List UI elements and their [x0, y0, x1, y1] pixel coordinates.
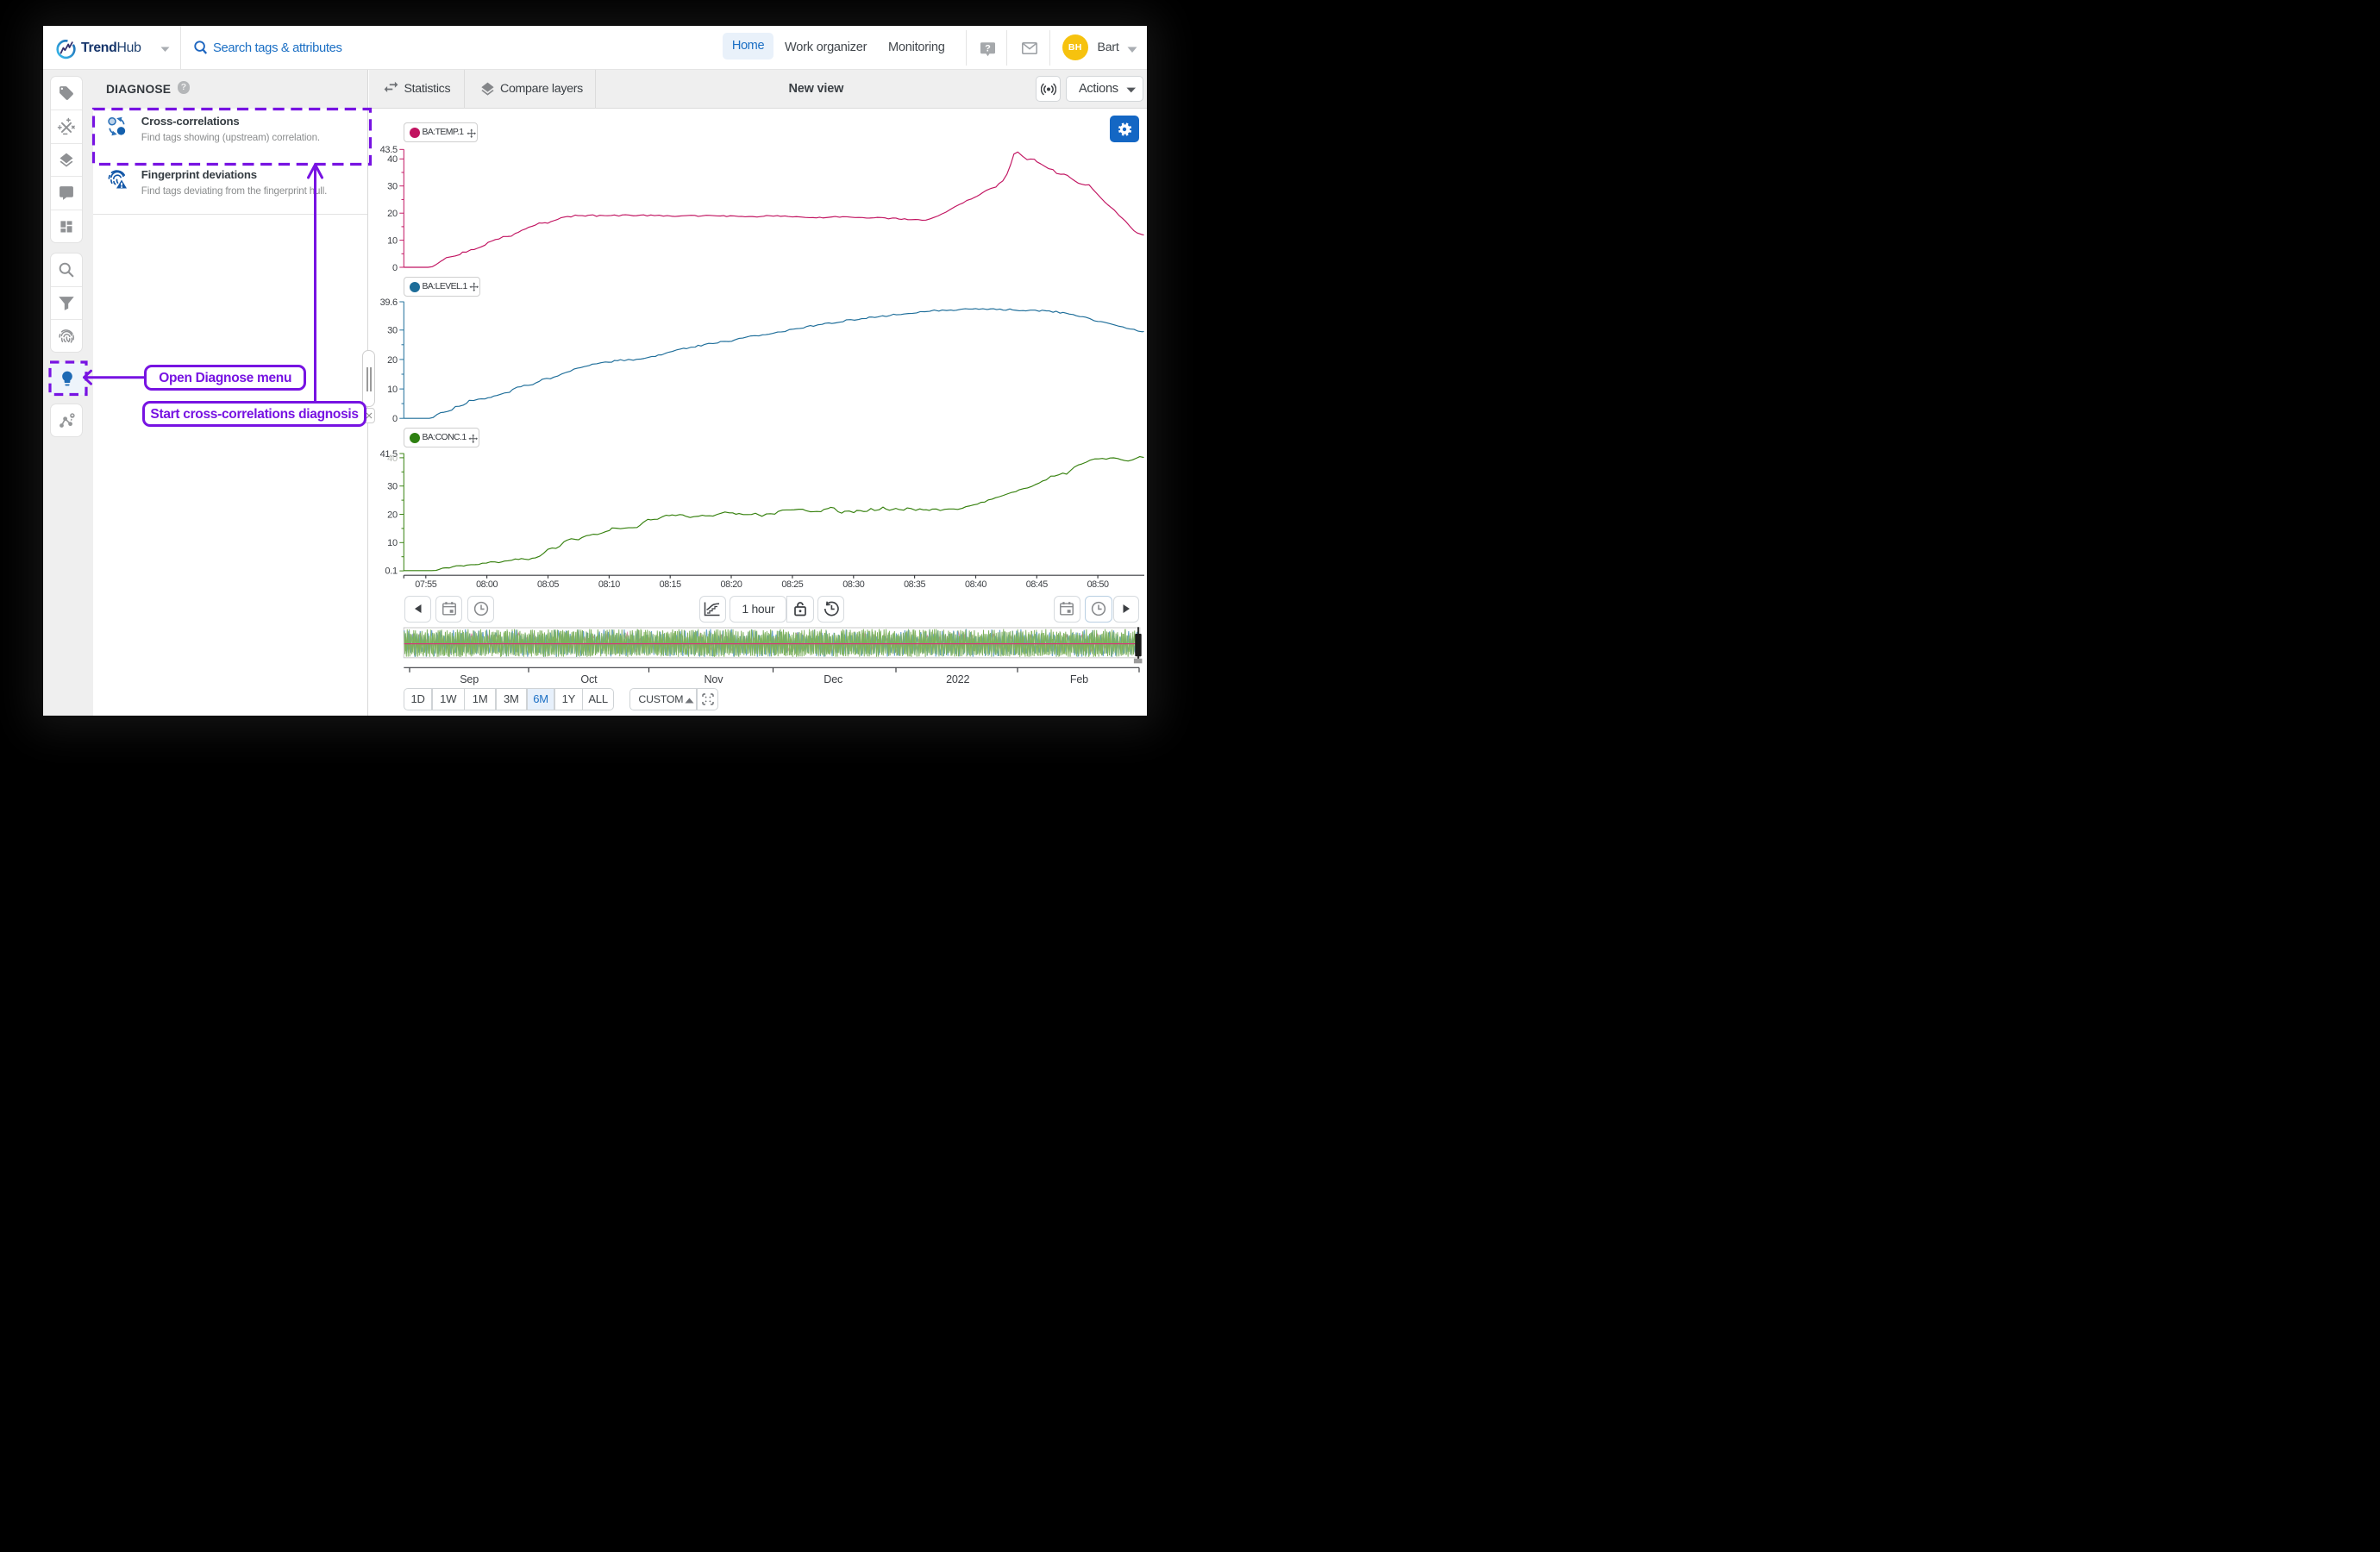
svg-text:39.6: 39.6 [380, 297, 398, 308]
svg-text:08:50: 08:50 [1087, 579, 1109, 590]
svg-text:30: 30 [387, 326, 398, 336]
svg-text:08:30: 08:30 [842, 579, 864, 590]
svg-text:20: 20 [387, 510, 398, 520]
svg-text:08:20: 08:20 [720, 579, 742, 590]
svg-text:30: 30 [387, 182, 398, 192]
svg-text:20: 20 [387, 209, 398, 219]
svg-text:08:15: 08:15 [660, 579, 681, 590]
svg-text:Dec: Dec [824, 673, 842, 685]
svg-text:08:25: 08:25 [781, 579, 803, 590]
svg-text:Sep: Sep [460, 673, 479, 685]
svg-text:0: 0 [392, 414, 398, 424]
svg-text:0: 0 [392, 263, 398, 273]
svg-text:08:40: 08:40 [965, 579, 986, 590]
svg-text:08:05: 08:05 [537, 579, 559, 590]
svg-text:08:35: 08:35 [904, 579, 925, 590]
svg-text:08:10: 08:10 [598, 579, 620, 590]
svg-text:08:45: 08:45 [1026, 579, 1048, 590]
svg-text:30: 30 [387, 482, 398, 492]
svg-text:10: 10 [387, 385, 398, 395]
svg-text:Oct: Oct [580, 673, 598, 685]
svg-text:40: 40 [387, 154, 398, 165]
svg-text:0.1: 0.1 [385, 566, 398, 577]
svg-text:10: 10 [387, 236, 398, 247]
svg-text:40: 40 [387, 454, 398, 464]
svg-text:20: 20 [387, 355, 398, 366]
svg-text:Feb: Feb [1070, 673, 1088, 685]
svg-text:08:00: 08:00 [476, 579, 498, 590]
svg-text:Nov: Nov [705, 673, 724, 685]
svg-text:07:55: 07:55 [415, 579, 436, 590]
svg-text:10: 10 [387, 538, 398, 548]
svg-text:2022: 2022 [946, 673, 969, 685]
